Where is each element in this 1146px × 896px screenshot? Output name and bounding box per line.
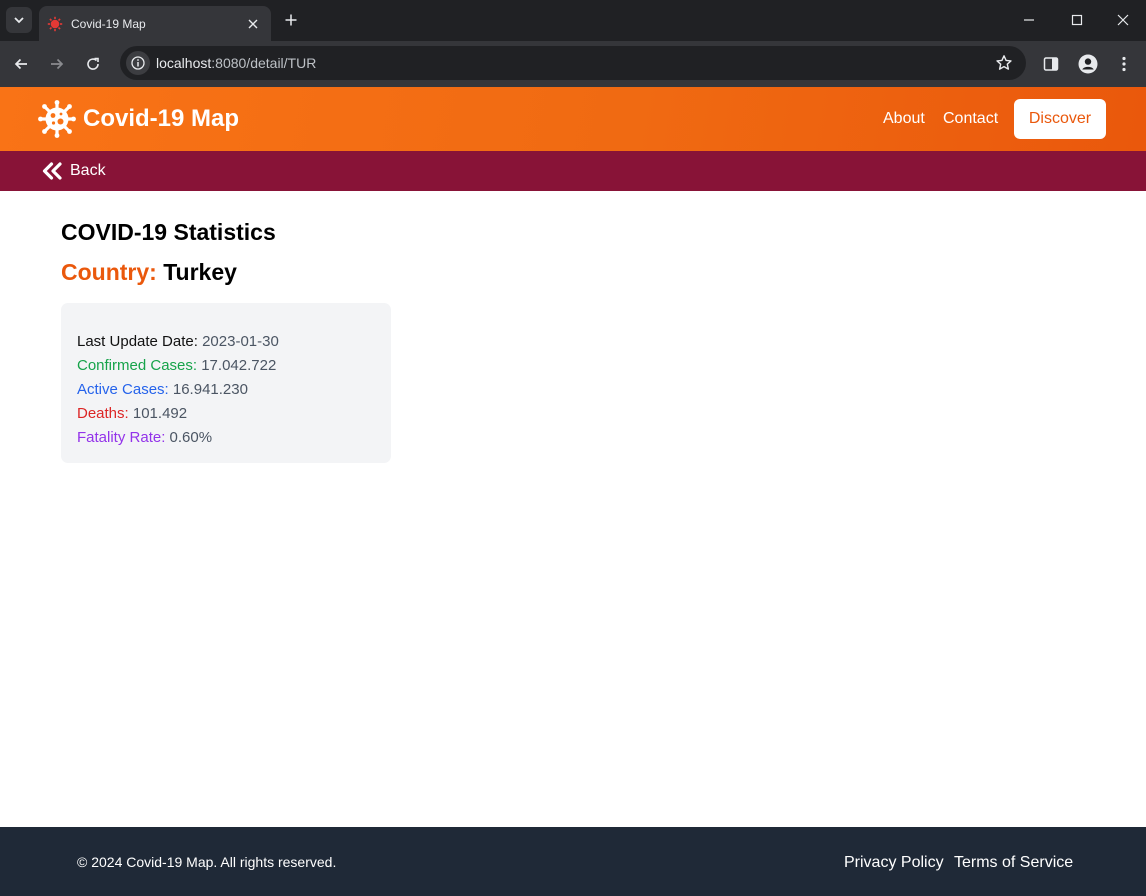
virus-icon [47,16,63,32]
more-vert-icon [1122,56,1126,72]
forward-button[interactable] [44,51,70,77]
copyright-text: © 2024 Covid-19 Map. All rights reserved… [77,854,337,870]
stat-label: Active Cases: [77,381,169,398]
stat-label: Confirmed Cases: [77,357,198,374]
stat-confirmed-cases: Confirmed Cases: 17.042.722 [77,354,391,378]
info-icon [131,56,145,70]
minimize-icon [1024,19,1034,21]
stat-last-update: Last Update Date: 2023-01-30 [77,330,391,354]
url-host: localhost [156,55,212,71]
stat-label: Deaths: [77,405,129,422]
stat-label: Last Update Date: [77,333,198,350]
stat-label: Fatality Rate: [77,429,166,446]
site-header: Covid-19 Map About Contact Discover [0,87,1146,151]
page-title: COVID-19 Statistics [61,219,276,245]
nav-link-about[interactable]: About [883,110,925,128]
back-link-label: Back [70,162,106,179]
stat-value: 2023-01-30 [202,333,279,350]
country-label: Country: [61,259,157,285]
back-button[interactable] [8,51,34,77]
back-arrow-icon [14,58,27,70]
side-panel-icon [1043,57,1059,71]
reload-button[interactable] [80,51,106,77]
new-tab-button[interactable] [280,9,302,31]
stat-active-cases: Active Cases: 16.941.230 [77,378,391,402]
minimize-button[interactable] [1016,8,1042,32]
stat-value: 17.042.722 [201,357,277,374]
footer-link-terms[interactable]: Terms of Service [954,854,1073,872]
close-icon [248,19,258,28]
browser-tab-active[interactable]: Covid-19 Map [39,6,271,41]
reload-icon [87,57,99,70]
virus-icon [38,100,76,138]
browser-tab-bar: Covid-19 Map [0,0,1146,41]
stat-value: 16.941.230 [172,381,248,398]
url-text: localhost:8080/detail/TUR [156,55,316,71]
browser-menu-button[interactable] [1111,51,1137,77]
side-panel-button[interactable] [1038,51,1064,77]
profile-icon [1078,54,1098,74]
footer-link-privacy[interactable]: Privacy Policy [844,854,944,872]
star-icon [996,55,1012,70]
tab-title: Covid-19 Map [71,16,146,31]
country-name: Turkey [163,259,237,285]
stat-fatality-rate: Fatality Rate: 0.60% [77,426,391,450]
tab-close-button[interactable] [243,14,263,34]
stat-deaths: Deaths: 101.492 [77,402,391,426]
maximize-button[interactable] [1064,8,1090,32]
close-window-button[interactable] [1110,8,1136,32]
brand-name: Covid-19 Map [83,105,240,132]
address-bar[interactable]: localhost:8080/detail/TUR [120,46,1026,80]
browser-toolbar: localhost:8080/detail/TUR [0,41,1146,87]
double-chevron-left-icon [40,161,64,181]
sub-navigation-bar: Back [0,151,1146,191]
bookmark-button[interactable] [994,53,1014,73]
discover-button[interactable]: Discover [1014,99,1106,139]
url-path: :8080/detail/TUR [211,55,317,71]
brand-link[interactable]: Covid-19 Map [38,100,239,138]
stats-card: Last Update Date: 2023-01-30 Confirmed C… [61,303,391,463]
profile-button[interactable] [1075,51,1101,77]
close-icon [1117,14,1129,26]
back-link[interactable]: Back [40,161,106,181]
tab-list-button[interactable] [6,7,32,33]
site-footer: © 2024 Covid-19 Map. All rights reserved… [0,827,1146,896]
stat-value: 0.60% [169,429,213,446]
country-heading: Country: Turkey [61,259,237,286]
nav-link-contact[interactable]: Contact [943,110,998,128]
maximize-icon [1071,14,1083,26]
stat-value: 101.492 [132,405,188,422]
plus-icon [285,14,297,26]
tab-list-icon [14,17,24,24]
site-info-button[interactable] [126,51,150,75]
forward-arrow-icon [51,58,64,70]
